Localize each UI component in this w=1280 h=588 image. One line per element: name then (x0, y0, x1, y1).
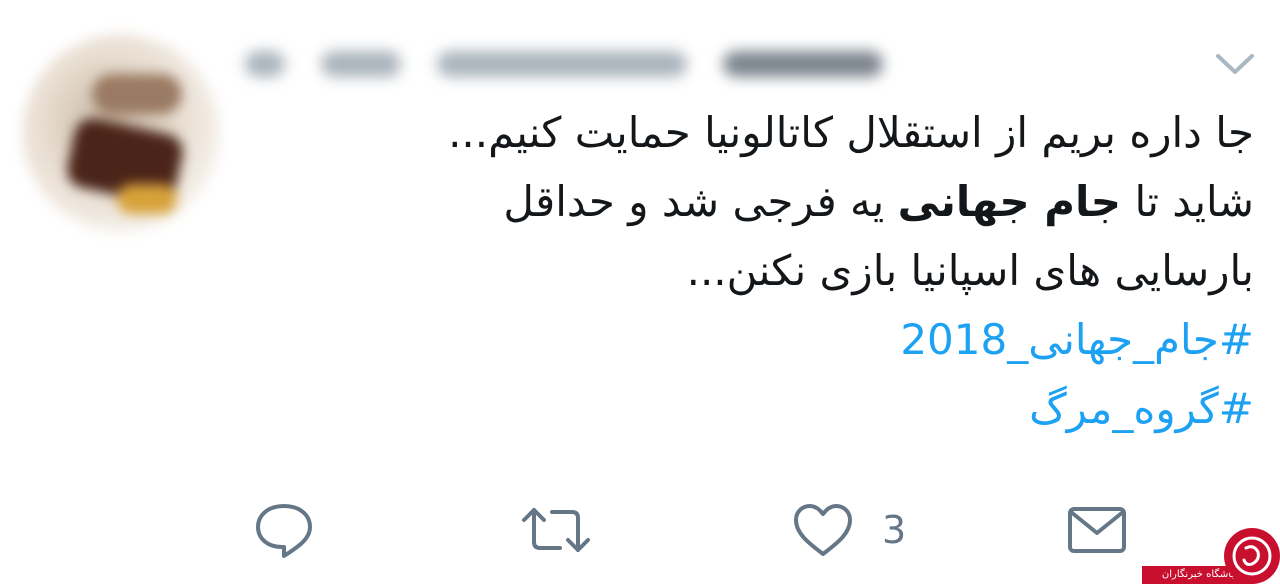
blurred-name-part (321, 51, 401, 77)
blurred-name-part (437, 51, 687, 77)
tweet-line: شاید تا جام جهانی یه فرجی شد و حداقل (294, 167, 1254, 236)
watermark-logo: باشگاه خبرنگاران (1142, 526, 1280, 586)
reply-button[interactable] (252, 498, 324, 562)
avatar[interactable] (22, 34, 220, 232)
blurred-name-part (723, 51, 883, 77)
tweet-bold-text: جام جهانی (897, 177, 1122, 226)
more-options-chevron-down-icon[interactable] (1212, 46, 1258, 80)
hashtag-link[interactable]: #گروه_مرگ (294, 374, 1254, 443)
retweet-button[interactable] (520, 498, 596, 562)
blurred-name-part (245, 51, 285, 77)
heart-icon (794, 504, 852, 556)
tweet-text-fragment: شاید تا (1134, 177, 1254, 226)
tweet-line: بارسایی های اسپانیا بازی نکنن... (686, 246, 1254, 295)
direct-message-button[interactable] (1066, 498, 1136, 562)
tweet-text: جا داره بریم از استقلال کاتالونیا حمایت … (294, 98, 1254, 443)
avatar-shape (117, 184, 177, 214)
tweet-text-fragment: یه فرجی شد و حداقل (503, 177, 885, 226)
like-count: 3 (882, 508, 907, 552)
watermark-emblem (1224, 528, 1280, 584)
envelope-icon (1068, 507, 1126, 553)
tweet-line: جا داره بریم از استقلال کاتالونیا حمایت … (448, 108, 1254, 157)
hashtag-link[interactable]: #جام_جهانی_2018 (294, 305, 1254, 374)
reply-icon (256, 504, 312, 558)
avatar-shape (92, 74, 182, 114)
blurred-username (245, 40, 925, 88)
retweet-icon (522, 508, 590, 552)
like-button[interactable]: 3 (792, 498, 932, 562)
